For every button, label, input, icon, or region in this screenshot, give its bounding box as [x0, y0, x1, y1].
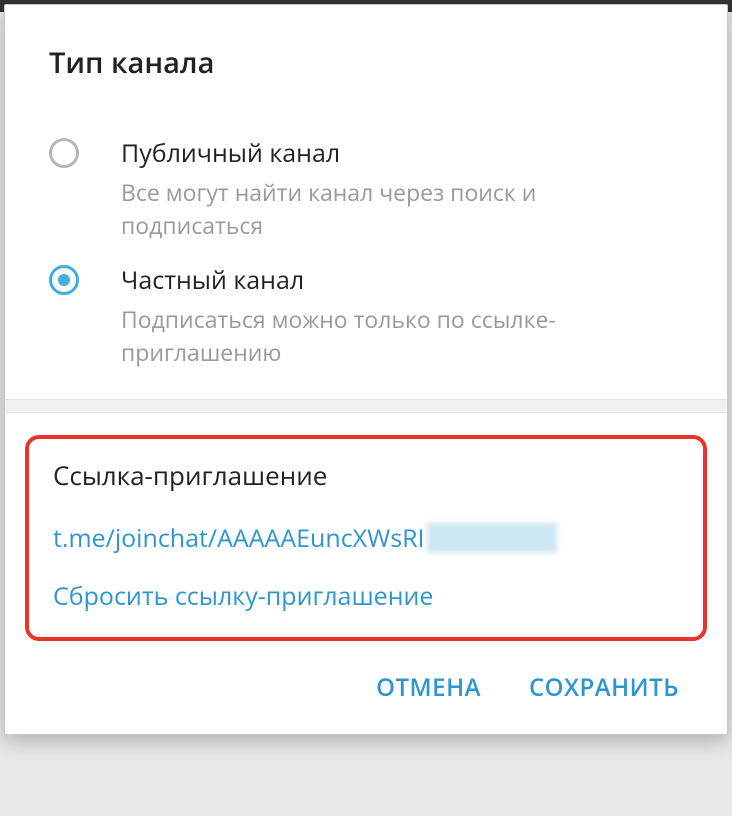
radio-desc-public: Все могут найти канал через поиск и подп… [121, 176, 683, 243]
radio-checked-icon [49, 265, 79, 295]
dialog-title: Тип канала [49, 43, 683, 82]
cancel-button[interactable]: ОТМЕНА [376, 671, 481, 704]
reset-invite-link[interactable]: Сбросить ссылку-приглашение [53, 579, 679, 613]
radio-label-public: Публичный канал [121, 136, 683, 170]
section-divider [5, 399, 727, 413]
invite-title: Ссылка-приглашение [53, 457, 679, 493]
radio-control-public[interactable] [49, 136, 121, 168]
invite-highlight-box: Ссылка-приглашение t.me/joinchat/AAAAAEu… [25, 435, 707, 641]
channel-type-section: Публичный канал Все могут найти канал че… [5, 106, 727, 399]
radio-text-public: Публичный канал Все могут найти канал че… [121, 136, 683, 243]
radio-unchecked-icon [49, 138, 79, 168]
radio-label-private: Частный канал [121, 263, 683, 297]
radio-option-private[interactable]: Частный канал Подписаться можно только п… [49, 243, 683, 370]
save-button[interactable]: СОХРАНИТЬ [529, 671, 679, 704]
invite-link-blur [427, 523, 557, 553]
invite-link-text: t.me/joinchat/AAAAAEuncXWsRI [53, 521, 425, 555]
radio-dot-icon [58, 274, 70, 286]
radio-control-private[interactable] [49, 263, 121, 295]
dialog-header: Тип канала [5, 5, 727, 106]
radio-desc-private: Подписаться можно только по ссылке-пригл… [121, 303, 683, 370]
dialog-footer: ОТМЕНА СОХРАНИТЬ [5, 651, 727, 734]
invite-link-row[interactable]: t.me/joinchat/AAAAAEuncXWsRI [53, 521, 679, 555]
channel-type-dialog: Тип канала Публичный канал Все могут най… [4, 4, 728, 735]
radio-text-private: Частный канал Подписаться можно только п… [121, 263, 683, 370]
invite-section: Ссылка-приглашение t.me/joinchat/AAAAAEu… [5, 413, 727, 651]
radio-option-public[interactable]: Публичный канал Все могут найти канал че… [49, 116, 683, 243]
